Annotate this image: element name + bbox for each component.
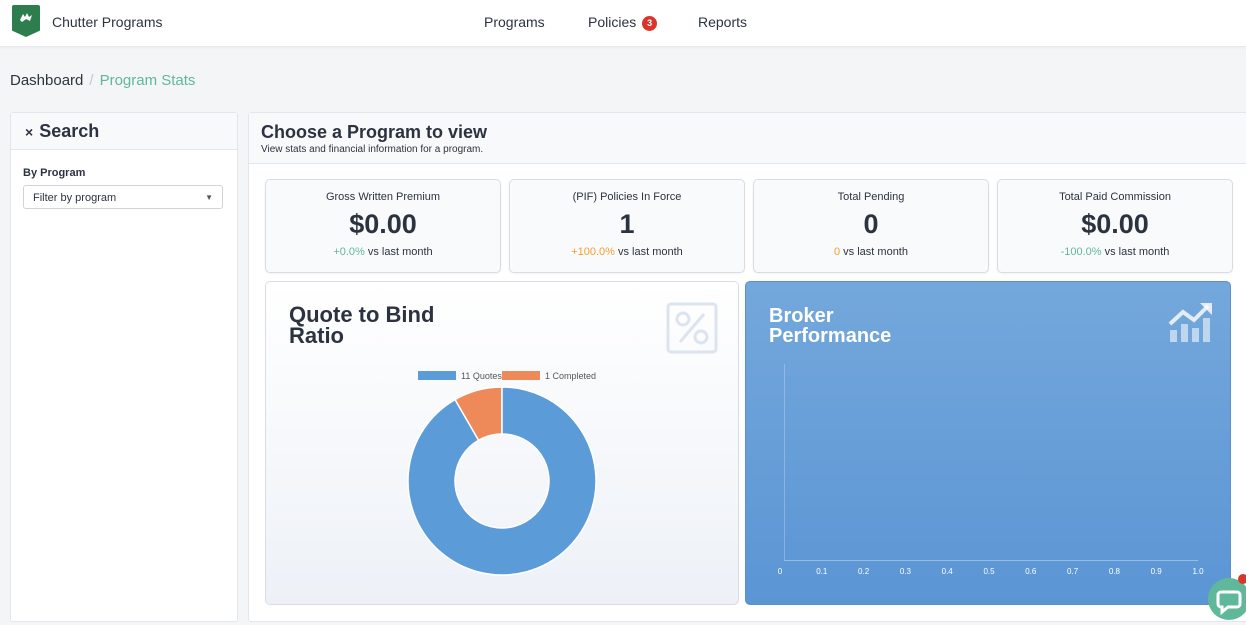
donut-slice-quotes[interactable] [407,386,597,576]
close-icon[interactable]: × [25,124,33,140]
nav-reports[interactable]: Reports [698,14,747,30]
stat-card-pending: Total Pending 0 0 vs last month [753,179,989,273]
nav-policies[interactable]: Policies 3 [588,14,658,31]
stat-card-gwp: Gross Written Premium $0.00 +0.0% vs las… [265,179,501,273]
broker-x-tick: 1.0 [1192,567,1204,576]
stat-change-suffix: vs last month [1101,246,1170,258]
broker-x-tick: 0.3 [899,567,911,576]
main-header: Choose a Program to view View stats and … [249,113,1246,164]
stat-change-suffix: vs last month [614,246,683,258]
stat-change-suffix: vs last month [364,246,433,258]
brand-logo[interactable] [12,5,40,37]
page-subtitle: View stats and financial information for… [261,144,484,155]
breadcrumb-separator: / [89,72,94,89]
legend-label[interactable]: 1 Completed [545,371,596,381]
filter-label: By Program [23,167,86,179]
stat-change: -100.0% vs last month [998,246,1232,258]
stat-label: Total Pending [837,191,905,203]
stat-change: 0 vs last month [754,246,988,258]
stat-value: 0 [863,209,879,239]
broker-performance-panel: Broker Performance 0 0.1 0.2 0.3 0.4 0.5 0.6 0.… [745,281,1231,605]
sidebar-header: × Search [11,113,237,150]
trending-up-icon [1168,303,1212,342]
chat-widget-button[interactable] [1208,578,1246,620]
breadcrumb-current: Program Stats [99,72,196,89]
search-sidebar: × Search By Program Filter by program ▼ [10,112,238,622]
broker-x-tick: 0.4 [941,567,953,576]
nav-policies-label: Policies [588,14,637,30]
deer-icon [20,13,32,22]
stat-change: +100.0% vs last month [510,246,744,258]
broker-y-axis [784,364,785,560]
stat-change-suffix: vs last month [840,246,908,258]
broker-x-tick: 0.8 [1108,567,1120,576]
sidebar-title: Search [39,121,100,141]
nav-programs[interactable]: Programs [484,14,545,30]
stat-label: (PIF) Policies In Force [572,191,682,203]
legend-label[interactable]: 11 Quotes [461,371,502,381]
broker-x-tick: 0.7 [1067,567,1079,576]
main-panel: Choose a Program to view View stats and … [248,112,1246,622]
broker-x-tick: 0.9 [1150,567,1162,576]
broker-panel-title: Broker Performance [769,306,969,346]
stat-value: 1 [619,209,635,239]
stat-value: $0.00 [349,209,417,239]
broker-x-tick: 0.5 [983,567,995,576]
stat-card-pif: (PIF) Policies In Force 1 +100.0% vs las… [509,179,745,273]
stat-card-commission: Total Paid Commission $0.00 -100.0% vs l… [997,179,1233,273]
stat-change-value: +100.0% [571,246,615,258]
program-filter-select[interactable]: Filter by program ▼ [23,185,223,209]
stat-change: +0.0% vs last month [266,246,500,258]
broker-x-axis [784,560,1198,561]
program-filter-value: Filter by program [33,192,117,204]
stat-label: Total Paid Commission [1059,191,1171,203]
chevron-down-icon: ▼ [205,193,213,202]
legend-swatch[interactable] [418,371,456,380]
broker-title-line1: Broker [769,305,834,327]
policies-count-badge: 3 [642,16,658,31]
broker-title-line2: Performance [769,325,892,347]
breadcrumb-dashboard[interactable]: Dashboard [10,72,83,89]
stat-label: Gross Written Premium [325,191,441,203]
stat-change-value: +0.0% [333,246,365,258]
chat-notification-dot [1238,574,1246,584]
stat-value: $0.00 [1081,209,1149,239]
broker-x-tick: 0.2 [858,567,870,576]
broker-x-tick: 0.6 [1025,567,1037,576]
broker-x-tick: 0 [777,567,783,576]
brand-name[interactable]: Chutter Programs [52,14,162,30]
quote-donut-chart: 11 Quotes 1 Completed [407,371,597,576]
broker-x-tick: 0.1 [816,567,828,576]
stat-change-value: -100.0% [1060,246,1102,258]
page-title: Choose a Program to view [261,122,488,142]
breadcrumb: Dashboard / Program Stats [10,72,195,89]
quote-to-bind-panel: Quote to Bind Ratio 11 Quotes 1 Completed [265,281,739,605]
chat-icon [1216,590,1242,616]
top-navbar: Chutter Programs Programs Policies 3 Rep… [0,0,1246,47]
legend-swatch[interactable] [502,371,540,380]
